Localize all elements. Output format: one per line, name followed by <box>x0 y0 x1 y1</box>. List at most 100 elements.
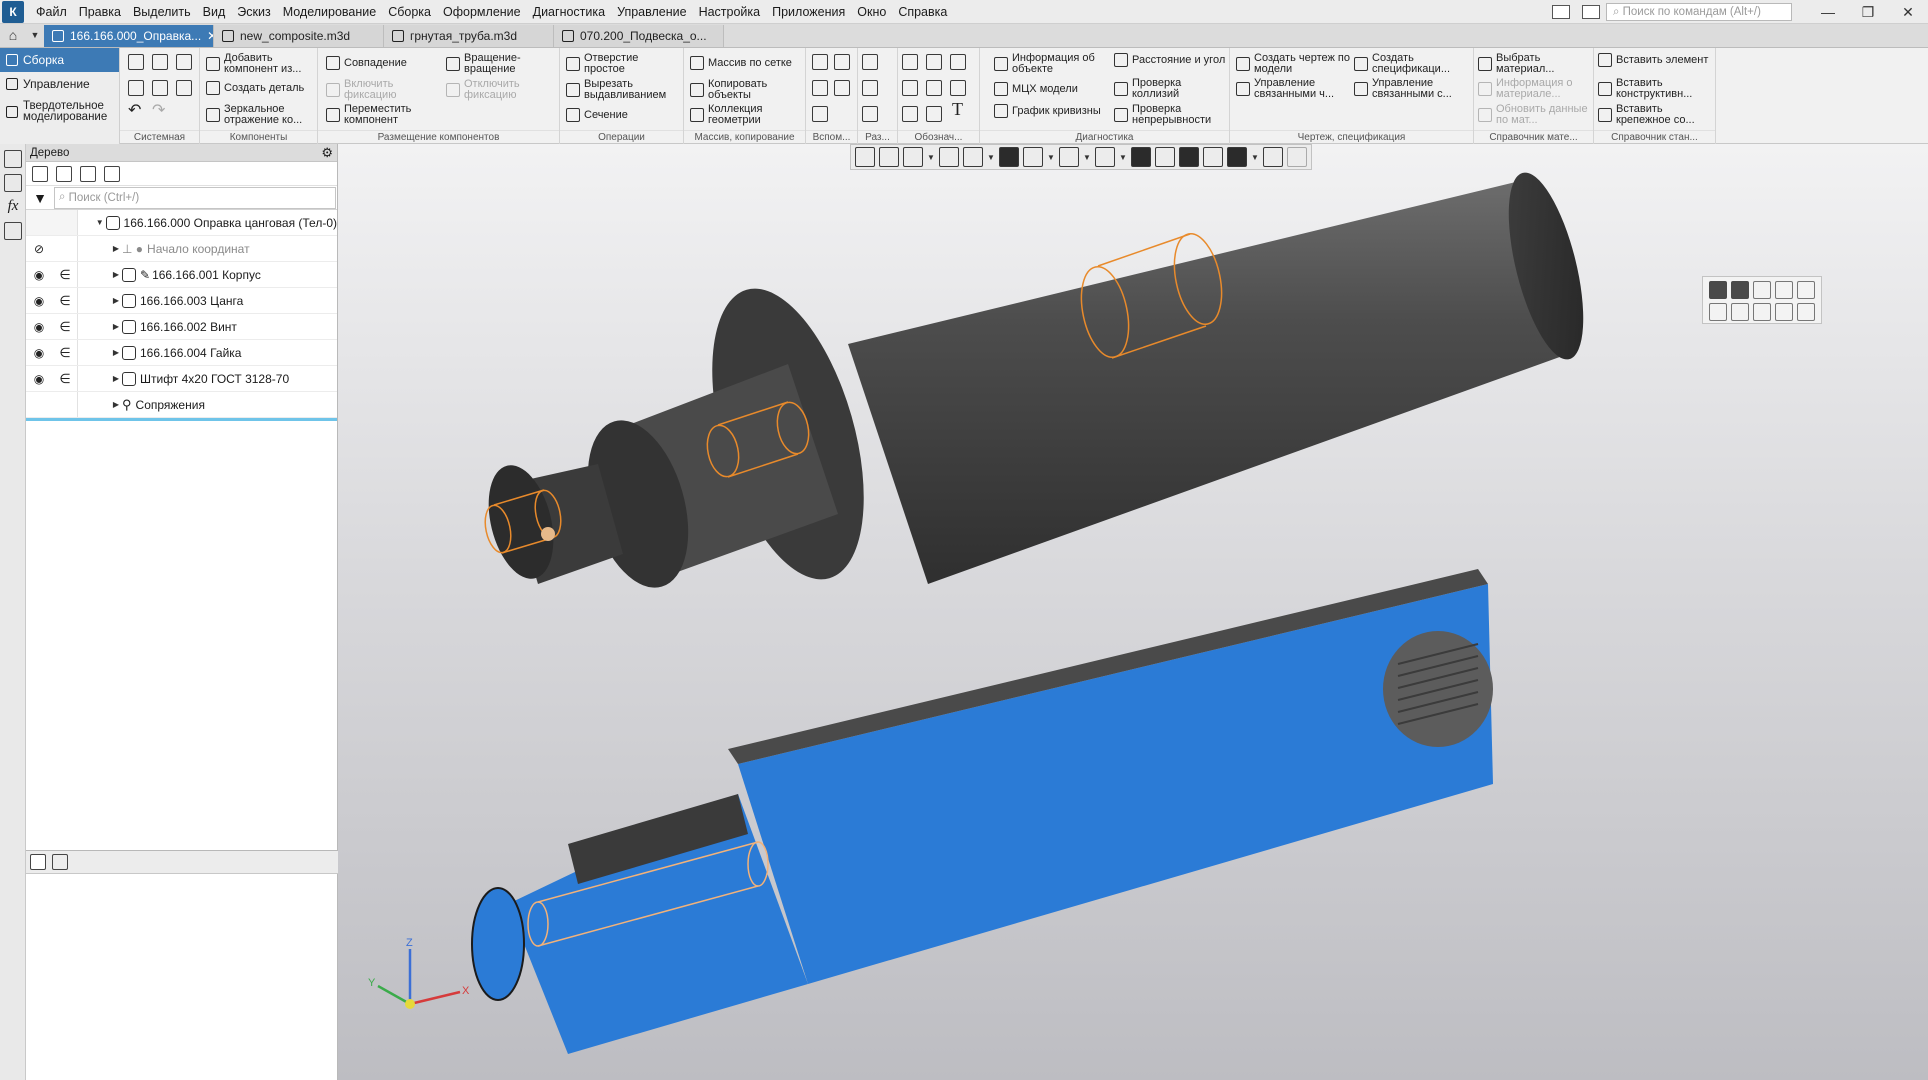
radial-dim-icon[interactable] <box>862 80 878 96</box>
tree-panel-icon[interactable] <box>4 150 22 168</box>
home-icon[interactable]: ⌂ <box>0 23 26 47</box>
redo-icon[interactable]: ↷ <box>152 103 165 118</box>
new-file-icon[interactable] <box>128 54 144 70</box>
tree-view-icon[interactable] <box>30 854 46 870</box>
aux-axis-icon[interactable] <box>834 54 850 70</box>
move-component-button[interactable]: Переместить компонент <box>326 104 436 125</box>
preview-icon[interactable] <box>152 80 168 96</box>
continuity-check-button[interactable]: Проверка непрерывности <box>1114 104 1228 125</box>
filter-icon[interactable]: ▼ <box>30 188 50 208</box>
3d-viewport[interactable]: Z X Y ▼ ▼ ▼ ▼ ▼ ▼ <box>338 144 1928 1080</box>
aux-plane-icon[interactable] <box>812 54 828 70</box>
section-button[interactable]: Сечение <box>566 108 678 122</box>
menu-management[interactable]: Управление <box>611 0 693 24</box>
tree-row-mates[interactable]: ▶ ⚲ Сопряжения <box>26 392 337 418</box>
insert-structural-button[interactable]: Вставить конструктивн... <box>1598 78 1714 99</box>
update-material-button[interactable]: Обновить данные по мат... <box>1478 104 1592 125</box>
tolerance-icon[interactable] <box>926 80 942 96</box>
close-button[interactable]: ✕ <box>1888 0 1928 24</box>
shaded-view-icon[interactable] <box>999 147 1019 167</box>
zoom-cube-icon[interactable] <box>1797 281 1815 299</box>
menu-select[interactable]: Выделить <box>127 0 197 24</box>
aux-point-icon[interactable] <box>812 80 828 96</box>
save-icon[interactable] <box>176 54 192 70</box>
angular-dim-icon[interactable] <box>862 106 878 122</box>
dropdown-icon[interactable]: ▼ <box>987 153 995 162</box>
leader-icon[interactable] <box>902 80 918 96</box>
coincidence-button[interactable]: Совпадение <box>326 56 436 70</box>
base-icon[interactable] <box>926 54 942 70</box>
menu-help[interactable]: Справка <box>892 0 953 24</box>
tree-select-icon[interactable] <box>104 165 120 182</box>
tree-row-pin[interactable]: ◉ ∈ ▶ Штифт 4х20 ГОСТ 3128-70 <box>26 366 337 392</box>
tree-row-origin[interactable]: ⊘ ▶ ⊥ ● Начало координат <box>26 236 337 262</box>
hide-icon[interactable] <box>1059 147 1079 167</box>
tree-row-body[interactable]: ◉ ∈ ▶ ✎ 166.166.001 Корпус <box>26 262 337 288</box>
menu-view[interactable]: Вид <box>197 0 232 24</box>
command-search-input[interactable]: ⌕ Поиск по командам (Alt+/) <box>1606 3 1792 21</box>
curvature-graph-button[interactable]: График кривизны <box>994 104 1106 118</box>
dropdown-icon[interactable]: ▼ <box>1047 153 1055 162</box>
app-logo-icon[interactable]: К <box>2 0 24 23</box>
expand-arrow-icon[interactable]: ▶ <box>110 374 122 383</box>
menu-formatting[interactable]: Оформление <box>437 0 527 24</box>
distance-angle-button[interactable]: Расстояние и угол <box>1114 53 1228 67</box>
snap-icon[interactable] <box>1263 147 1283 167</box>
tree-row-nut[interactable]: ◉ ∈ ▶ 166.166.004 Гайка <box>26 340 337 366</box>
create-part-button[interactable]: Создать деталь <box>206 81 316 95</box>
tree-search-input[interactable]: ⌕ Поиск (Ctrl+/) <box>54 186 336 209</box>
simple-hole-button[interactable]: Отверстие простое <box>566 53 678 74</box>
create-drawing-button[interactable]: Создать чертеж по модели <box>1236 53 1354 74</box>
dropdown-icon[interactable]: ▼ <box>1119 153 1127 162</box>
open-file-icon[interactable] <box>152 54 168 70</box>
rotate-view-icon[interactable] <box>1709 303 1727 321</box>
iso-view-icon[interactable] <box>1709 281 1727 299</box>
insert-fastener-button[interactable]: Вставить крепежное со... <box>1598 104 1714 125</box>
screenshot-icon[interactable] <box>1582 5 1600 19</box>
hidden-cube-icon[interactable] <box>1775 281 1793 299</box>
enable-fixation-button[interactable]: Включить фиксацию <box>326 79 436 100</box>
geometry-collection-button[interactable]: Коллекция геометрии <box>690 104 804 125</box>
aux-line-icon[interactable] <box>812 106 828 122</box>
pan-icon[interactable] <box>939 147 959 167</box>
wire-cube-icon[interactable] <box>1753 281 1771 299</box>
menu-diagnostics[interactable]: Диагностика <box>527 0 611 24</box>
disable-fixation-button[interactable]: Отключить фиксацию <box>446 79 556 100</box>
menu-window[interactable]: Окно <box>851 0 892 24</box>
list-view-icon[interactable] <box>52 854 68 870</box>
layers-icon[interactable] <box>4 222 22 240</box>
roughness-icon[interactable] <box>902 54 918 70</box>
print-icon[interactable] <box>128 80 144 96</box>
tab-document-2[interactable]: new_composite.m3d <box>214 25 384 47</box>
expand-arrow-icon[interactable]: ▶ <box>110 296 122 305</box>
expand-arrow-icon[interactable]: ▶ <box>110 322 122 331</box>
expand-arrow-icon[interactable]: ▶ <box>110 348 122 357</box>
measure-icon[interactable] <box>1203 147 1223 167</box>
collision-check-button[interactable]: Проверка коллизий <box>1114 78 1228 99</box>
expand-arrow-icon[interactable]: ▶ <box>110 244 122 253</box>
zoom-icon[interactable] <box>903 147 923 167</box>
mode-assembly[interactable]: Сборка <box>0 48 119 72</box>
aux-cs-icon[interactable] <box>834 80 850 96</box>
menu-assembly[interactable]: Сборка <box>382 0 437 24</box>
clip-icon[interactable] <box>1155 147 1175 167</box>
tree-structure-icon[interactable] <box>32 165 48 182</box>
menu-modeling[interactable]: Моделирование <box>277 0 383 24</box>
undo-icon[interactable]: ↶ <box>128 103 141 118</box>
save-all-icon[interactable] <box>176 80 192 96</box>
dropdown-icon[interactable]: ▼ <box>1083 153 1091 162</box>
section-view-icon[interactable] <box>1131 147 1151 167</box>
dropdown-icon[interactable]: ▼ <box>927 153 935 162</box>
restore-button[interactable]: ❐ <box>1848 0 1888 24</box>
cut-extrude-button[interactable]: Вырезать выдавливанием <box>566 79 678 100</box>
save-view-icon[interactable] <box>1775 303 1793 321</box>
menu-edit[interactable]: Правка <box>73 0 127 24</box>
tab-document-4[interactable]: 070.200_Подвеска_о... <box>554 25 724 47</box>
grid-pattern-button[interactable]: Массив по сетке <box>690 56 804 70</box>
assembly-model-section[interactable] <box>471 569 1493 1054</box>
cut-line-icon[interactable] <box>926 106 942 122</box>
tree-row-root[interactable]: ▼ 166.166.000 Оправка цанговая (Тел-0) <box>26 210 337 236</box>
axis-mark-icon[interactable] <box>902 106 918 122</box>
zoom-all-icon[interactable] <box>855 147 875 167</box>
linear-dim-icon[interactable] <box>862 54 878 70</box>
